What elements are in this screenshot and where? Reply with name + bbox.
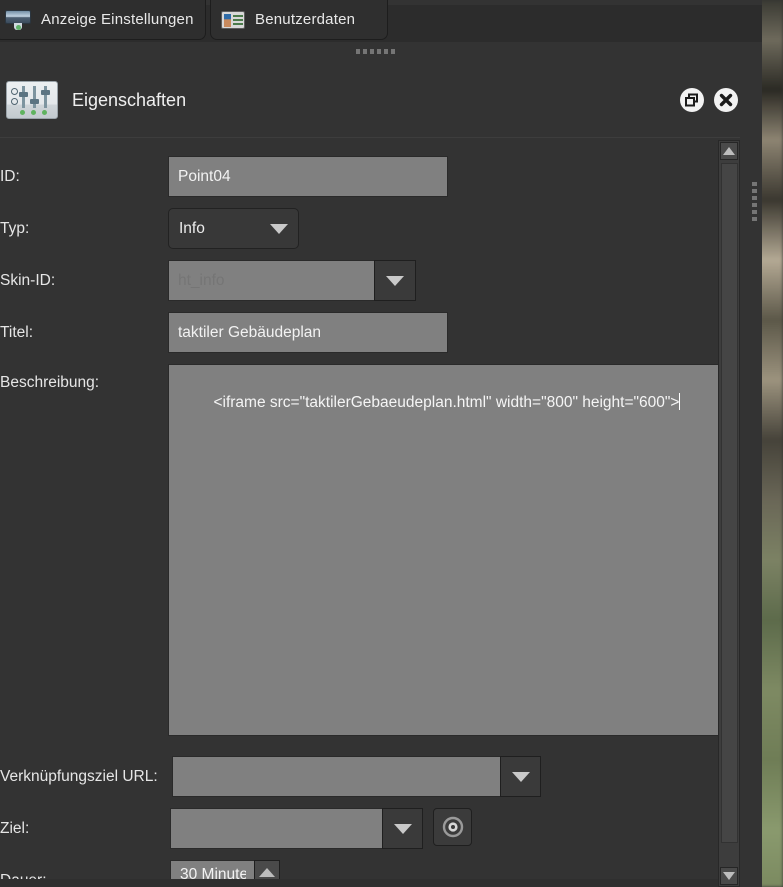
vertical-drag-grip[interactable] xyxy=(752,182,758,222)
chevron-down-icon xyxy=(386,275,404,286)
scroll-up-arrow-icon[interactable] xyxy=(720,142,738,160)
chevron-up-icon xyxy=(259,868,275,877)
row-id: ID: xyxy=(0,156,740,200)
skin-id-input[interactable] xyxy=(168,260,375,301)
id-input[interactable] xyxy=(168,156,448,197)
verknuepfungsziel-url-input[interactable] xyxy=(172,756,501,797)
ziel-input[interactable] xyxy=(170,808,383,849)
properties-form: ID: Typ: Info Skin-ID: Titel: Beschre xyxy=(0,138,740,887)
row-titel: Titel: xyxy=(0,312,740,356)
beschreibung-text: <iframe src="taktilerGebaeudeplan.html" … xyxy=(213,394,680,411)
text-cursor xyxy=(679,393,681,410)
row-typ: Typ: Info xyxy=(0,208,740,252)
skin-id-dropdown-button[interactable] xyxy=(374,260,416,301)
label-id: ID: xyxy=(0,168,20,185)
beschreibung-textarea[interactable]: <iframe src="taktilerGebaeudeplan.html" … xyxy=(168,364,728,736)
label-beschreibung: Beschreibung: xyxy=(0,374,100,391)
ziel-dropdown-button[interactable] xyxy=(382,808,423,849)
row-beschreibung: Beschreibung: <iframe src="taktilerGebae… xyxy=(0,364,740,740)
scroll-up-glyph xyxy=(723,147,735,155)
tab-anzeige-einstellungen-label: Anzeige Einstellungen xyxy=(41,11,194,28)
chevron-down-icon xyxy=(511,771,530,782)
chevron-down-icon xyxy=(270,223,288,234)
scroll-down-glyph xyxy=(723,872,735,880)
tab-bar: Anzeige Einstellungen Benutzerdaten xyxy=(0,0,762,42)
scrollbar-thumb[interactable] xyxy=(721,163,738,843)
label-skin-id: Skin-ID: xyxy=(0,272,56,289)
scroll-down-arrow-icon[interactable] xyxy=(720,867,738,885)
page-title: Eigenschaften xyxy=(72,89,187,110)
tab-anzeige-einstellungen[interactable]: Anzeige Einstellungen xyxy=(0,0,206,40)
form-bottom-edge xyxy=(0,879,740,887)
label-ziel: Ziel: xyxy=(0,820,30,837)
properties-window: Anzeige Einstellungen Benutzerdaten Eige… xyxy=(0,0,762,887)
tab-benutzerdaten[interactable]: Benutzerdaten xyxy=(210,0,388,40)
close-glyph xyxy=(719,93,733,107)
ziel-picker-button[interactable] xyxy=(433,808,472,846)
label-titel: Titel: xyxy=(0,324,34,341)
close-icon[interactable] xyxy=(714,88,738,112)
tab-benutzerdaten-label: Benutzerdaten xyxy=(255,11,356,28)
label-verknuepfungsziel-url: Verknüpfungsziel URL: xyxy=(0,768,158,785)
row-skin-id: Skin-ID: xyxy=(0,260,740,304)
vertical-scrollbar[interactable] xyxy=(718,140,740,887)
row-verknuepfungsziel-url: Verknüpfungsziel URL: xyxy=(0,756,740,800)
equalizer-sliders-icon xyxy=(6,81,58,119)
typ-select-value: Info xyxy=(179,219,205,237)
panel-header: Eigenschaften xyxy=(0,72,762,128)
restore-window-glyph xyxy=(685,93,698,107)
id-card-icon xyxy=(221,10,245,29)
row-ziel: Ziel: xyxy=(0,808,740,852)
typ-select[interactable]: Info xyxy=(168,208,299,249)
horizontal-drag-grip[interactable] xyxy=(356,49,398,55)
monitor-icon xyxy=(5,9,31,30)
label-typ: Typ: xyxy=(0,220,30,237)
restore-window-icon[interactable] xyxy=(680,88,704,112)
chevron-down-icon xyxy=(393,823,412,834)
titel-input[interactable] xyxy=(168,312,448,353)
target-icon xyxy=(442,816,463,838)
verknuepfungsziel-url-dropdown-button[interactable] xyxy=(500,756,541,797)
